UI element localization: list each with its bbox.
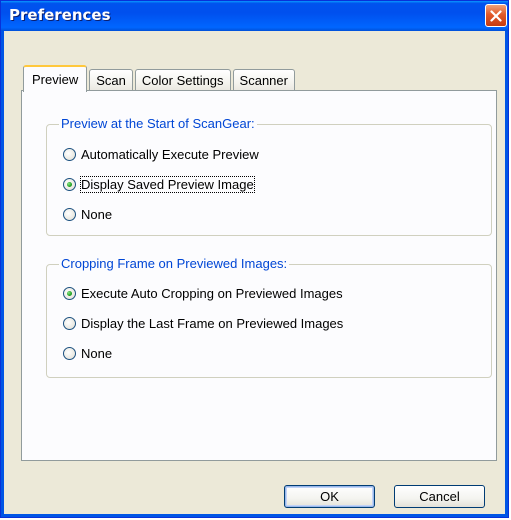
radio-button-checked[interactable] (63, 287, 76, 300)
window-border-bottom (1, 514, 508, 517)
tab-color-settings[interactable]: Color Settings (134, 69, 231, 91)
radio-display-last-frame[interactable]: Display the Last Frame on Previewed Imag… (63, 316, 343, 331)
tab-strip: Preview Scan Color Settings Scanner (23, 63, 297, 92)
tab-scanner[interactable]: Scanner (232, 69, 295, 91)
group-preview-start: Preview at the Start of ScanGear: Automa… (46, 116, 492, 236)
radio-button[interactable] (63, 148, 76, 161)
window-border-right (505, 31, 508, 517)
tab-preview[interactable]: Preview (23, 65, 88, 92)
tab-scan[interactable]: Scan (89, 69, 133, 91)
close-button[interactable] (485, 4, 507, 27)
close-icon (490, 9, 502, 22)
window-title: Preferences (9, 6, 111, 24)
ok-button[interactable]: OK (284, 485, 375, 508)
radio-button[interactable] (63, 317, 76, 330)
radio-button[interactable] (63, 208, 76, 221)
radio-automatically-execute-preview[interactable]: Automatically Execute Preview (63, 147, 259, 162)
radio-label: Execute Auto Cropping on Previewed Image… (81, 286, 343, 301)
tab-panel-preview: Preview at the Start of ScanGear: Automa… (21, 90, 497, 461)
radio-label: Display the Last Frame on Previewed Imag… (81, 316, 344, 331)
radio-label: None (81, 207, 113, 222)
radio-button-checked[interactable] (63, 178, 76, 191)
title-bar[interactable]: Preferences (1, 1, 508, 31)
group-cropping-frame-legend: Cropping Frame on Previewed Images: (59, 256, 290, 271)
radio-label: Automatically Execute Preview (81, 147, 259, 162)
cancel-button[interactable]: Cancel (394, 485, 485, 508)
radio-none-cropping[interactable]: None (63, 346, 112, 361)
group-cropping-frame: Cropping Frame on Previewed Images: Exec… (46, 256, 492, 378)
radio-display-saved-preview-image[interactable]: Display Saved Preview Image (63, 176, 255, 193)
preferences-window: Preferences Preview Scan Color Settings … (0, 0, 509, 518)
radio-label: Display Saved Preview Image (80, 176, 255, 193)
radio-none-preview[interactable]: None (63, 207, 112, 222)
group-preview-start-legend: Preview at the Start of ScanGear: (59, 116, 257, 131)
radio-execute-auto-cropping[interactable]: Execute Auto Cropping on Previewed Image… (63, 286, 343, 301)
window-border-left (1, 31, 4, 517)
radio-button[interactable] (63, 347, 76, 360)
radio-label: None (81, 346, 113, 361)
